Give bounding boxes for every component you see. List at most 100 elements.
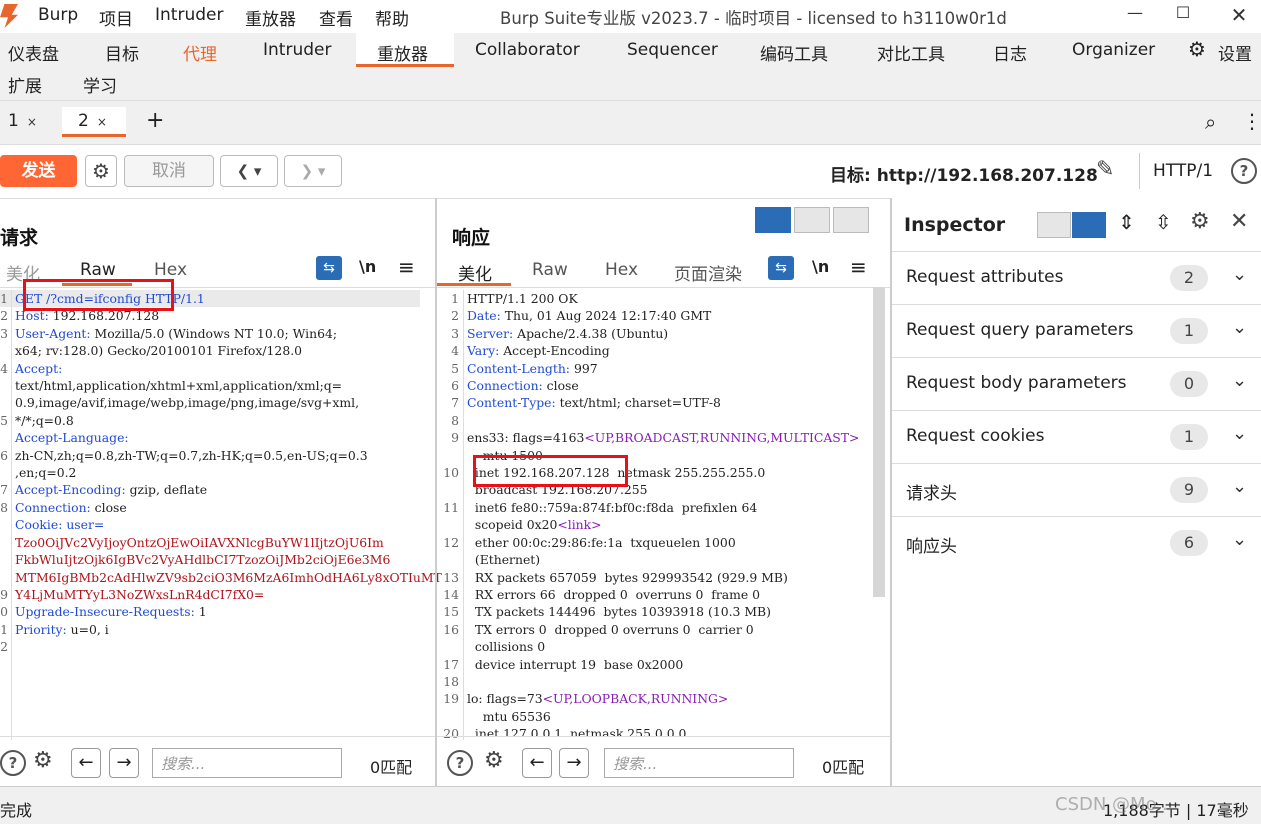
inet-highlight-box — [473, 455, 628, 487]
request-tab-hex[interactable]: Hex — [154, 260, 187, 280]
inspector-section[interactable]: Request query parameters 1 ⌄ — [892, 304, 1261, 357]
close-window-icon[interactable]: ✕ — [1224, 3, 1254, 27]
response-line — [467, 412, 859, 429]
response-search-next-arrow-icon[interactable]: → — [559, 748, 589, 778]
menu-help[interactable]: 帮助 — [375, 5, 409, 30]
tab-decoder[interactable]: 编码工具 — [760, 40, 828, 65]
response-search-settings-gear-icon[interactable]: ⚙ — [484, 748, 504, 773]
close-tab-icon[interactable]: × — [27, 115, 37, 129]
response-line-numbers: 1 2 3 4 5 6 7 8 9 10 11 12 13 14 15 16 1… — [443, 291, 459, 742]
request-search-prev-arrow-icon[interactable]: ← — [71, 748, 101, 778]
menu-burp[interactable]: Burp — [38, 5, 78, 25]
chevron-down-icon[interactable]: ⌄ — [1232, 423, 1247, 444]
tab-dashboard[interactable]: 仪表盘 — [8, 40, 59, 65]
chevron-down-icon[interactable]: ⌄ — [1232, 317, 1247, 338]
inspector-dock-left-icon[interactable] — [1037, 212, 1071, 238]
chevron-down-icon[interactable]: ⌄ — [1232, 264, 1247, 285]
response-help-icon[interactable]: ? — [447, 750, 473, 776]
tab-collaborator[interactable]: Collaborator — [475, 40, 580, 60]
inspector-section[interactable]: Request body parameters 0 ⌄ — [892, 357, 1261, 410]
response-tab-hex[interactable]: Hex — [605, 260, 638, 280]
response-tab-pretty[interactable]: 美化 — [458, 260, 492, 285]
cancel-button[interactable]: 取消 — [124, 155, 214, 187]
expand-all-icon[interactable]: ⇕ — [1118, 210, 1135, 234]
tab-extensions[interactable]: 扩展 — [8, 72, 42, 97]
repeater-tabs: 1 × 2 × + ⌕ ⋮ — [0, 100, 1261, 144]
collapse-all-icon[interactable]: ⇳ — [1155, 210, 1172, 234]
menu-view[interactable]: 查看 — [319, 5, 353, 30]
inspector-section[interactable]: 请求头 9 ⌄ — [892, 463, 1261, 516]
repeater-tab-2[interactable]: 2 × — [62, 107, 126, 137]
request-line: x64; rv:128.0) Gecko/20100101 Firefox/12… — [15, 343, 303, 359]
status-text: 完成 — [0, 801, 33, 820]
inspector-section[interactable]: Request attributes 2 ⌄ — [892, 251, 1261, 304]
response-line: scopeid 0x20<link> — [467, 517, 602, 533]
inspector-dock-right-icon[interactable] — [1072, 212, 1106, 238]
send-button[interactable]: 发送 — [0, 155, 77, 187]
close-inspector-icon[interactable]: ✕ — [1230, 209, 1248, 234]
inspector-panel: Inspector ⇕ ⇳ ⚙ ✕ Request attributes 2 ⌄ Re… — [890, 198, 1261, 786]
send-settings-gear-icon[interactable]: ⚙ — [85, 155, 117, 187]
response-scrollbar[interactable] — [873, 287, 885, 597]
tab-logger[interactable]: 日志 — [993, 40, 1027, 65]
response-tab-render[interactable]: 页面渲染 — [674, 260, 742, 285]
request-line: Accept-Encoding: gzip, deflate — [15, 482, 208, 498]
menu-repeater[interactable]: 重放器 — [245, 5, 296, 30]
tab-repeater[interactable]: 重放器 — [377, 40, 428, 65]
response-tab-raw[interactable]: Raw — [532, 260, 568, 280]
add-tab-button[interactable]: + — [138, 104, 172, 134]
request-tab-raw[interactable]: Raw — [80, 260, 116, 280]
tab-proxy[interactable]: 代理 — [183, 40, 217, 65]
tab-learn[interactable]: 学习 — [83, 72, 117, 97]
help-icon[interactable]: ? — [1231, 158, 1257, 184]
forward-history-button[interactable]: ❯ ▾ — [284, 155, 342, 187]
request-line: 0.9,image/avif,image/webp,image/png,imag… — [15, 395, 360, 411]
response-line: inet 127.0.0.1 netmask 255.0.0.0 — [467, 726, 687, 736]
wrap-lines-icon[interactable]: ⇆ — [316, 256, 342, 280]
inspector-section[interactable]: 响应头 6 ⌄ — [892, 516, 1261, 569]
response-search-prev-arrow-icon[interactable]: ← — [522, 748, 552, 778]
response-line: Date: Thu, 01 Aug 2024 12:17:40 GMT — [467, 308, 712, 324]
inspector-section[interactable]: Request cookies 1 ⌄ — [892, 410, 1261, 463]
layout-side-by-side-icon[interactable] — [755, 207, 791, 233]
request-search-settings-gear-icon[interactable]: ⚙ — [33, 748, 53, 773]
edit-target-pencil-icon[interactable]: ✎ — [1096, 157, 1114, 182]
minimize-icon[interactable]: — — [1120, 3, 1150, 27]
maximize-icon[interactable]: ☐ — [1168, 3, 1198, 27]
response-menu-icon[interactable]: ≡ — [850, 255, 867, 279]
request-search-next-arrow-icon[interactable]: → — [109, 748, 139, 778]
tab-target[interactable]: 目标 — [105, 40, 139, 65]
request-line: zh-CN,zh;q=0.8,zh-TW;q=0.7,zh-HK;q=0.5,e… — [15, 447, 368, 463]
more-options-icon[interactable]: ⋮ — [1242, 109, 1261, 133]
chevron-down-icon[interactable]: ⌄ — [1232, 370, 1247, 391]
request-editor[interactable]: GET /?cmd=ifconfig HTTP/1.1 Host: 192.16… — [15, 290, 442, 656]
layout-top-bottom-icon[interactable] — [794, 207, 830, 233]
inspector-settings-gear-icon[interactable]: ⚙ — [1190, 209, 1210, 234]
search-icon[interactable]: ⌕ — [1205, 110, 1216, 134]
repeater-tab-1[interactable]: 1 × — [0, 107, 45, 137]
response-line: TX errors 0 dropped 0 overruns 0 carrier… — [467, 621, 754, 637]
request-search-input[interactable]: 搜索... — [152, 748, 342, 778]
http-version-selector[interactable]: HTTP/1 — [1153, 161, 1213, 181]
tab-intruder[interactable]: Intruder — [263, 40, 331, 60]
request-help-icon[interactable]: ? — [0, 750, 26, 776]
back-history-button[interactable]: ❮ ▾ — [220, 155, 278, 187]
wrap-lines-icon[interactable]: ⇆ — [768, 256, 794, 280]
request-menu-icon[interactable]: ≡ — [398, 255, 415, 279]
tab-comparer[interactable]: 对比工具 — [877, 40, 945, 65]
menu-intruder[interactable]: Intruder — [155, 5, 223, 25]
chevron-down-icon[interactable]: ⌄ — [1232, 529, 1247, 550]
close-tab-icon[interactable]: × — [97, 115, 107, 129]
response-search-input[interactable]: 搜索... — [604, 748, 794, 778]
menu-project[interactable]: 项目 — [99, 5, 133, 30]
settings-gear-icon[interactable]: ⚙ — [1188, 37, 1206, 61]
tab-organizer[interactable]: Organizer — [1072, 40, 1155, 60]
layout-tabs-icon[interactable] — [833, 207, 869, 233]
response-editor[interactable]: HTTP/1.1 200 OK Date: Thu, 01 Aug 2024 12… — [465, 290, 877, 736]
response-line: inet6 fe80::759a:874f:bf0c:f8da prefixle… — [467, 499, 758, 515]
show-newlines-toggle[interactable]: \n — [359, 257, 376, 276]
chevron-down-icon[interactable]: ⌄ — [1232, 476, 1247, 497]
tab-settings[interactable]: 设置 — [1218, 40, 1252, 65]
show-newlines-toggle[interactable]: \n — [812, 257, 829, 276]
tab-sequencer[interactable]: Sequencer — [627, 40, 718, 60]
